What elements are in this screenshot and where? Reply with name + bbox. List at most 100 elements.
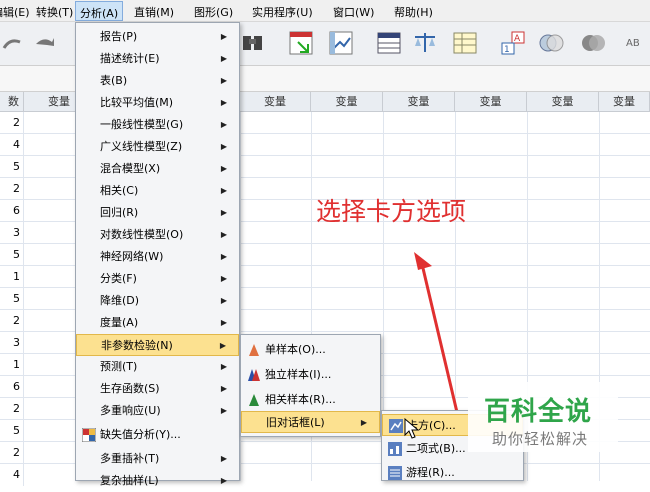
menu-item-label: 一般线性模型(G) [100, 118, 184, 131]
table-cell[interactable]: 5 [0, 156, 24, 178]
menu-item-label: 缺失值分析(Y)... [100, 428, 181, 441]
column-header[interactable]: 变量 [383, 92, 455, 112]
table-cell[interactable]: 6 [0, 376, 24, 398]
column-header-first[interactable]: 数 [0, 92, 24, 112]
menu-item-multiple-imputation[interactable]: 多重插补(T) ▶ [76, 448, 239, 470]
menu-item-label: 神经网络(W) [100, 250, 164, 263]
mouse-cursor-icon [404, 418, 420, 439]
runs-icon [388, 466, 402, 480]
find-icon[interactable] [240, 30, 266, 56]
show-all-variables-icon[interactable] [580, 30, 606, 56]
menu-window[interactable]: 窗口(W) [333, 4, 374, 20]
menu-item-complex-samples[interactable]: 复杂抽样(L) ▶ [76, 470, 239, 492]
svg-text:1: 1 [504, 45, 510, 55]
submenu-arrow-icon: ▶ [220, 120, 227, 129]
table-cell[interactable]: 3 [0, 222, 24, 244]
menu-transform[interactable]: 转换(T) [36, 4, 73, 20]
menu-item-label: 多重响应(U) [100, 404, 161, 417]
menu-item-label: 旧对话框(L) [266, 416, 325, 429]
menu-item-label: 相关样本(R)... [265, 393, 336, 406]
menu-item-label: 报告(P) [100, 30, 138, 43]
menu-item-label: 分类(F) [100, 272, 137, 285]
table-cell[interactable]: 3 [0, 332, 24, 354]
menu-item-descriptive[interactable]: 描述统计(E) ▶ [76, 48, 239, 70]
select-cases-icon[interactable] [452, 30, 478, 56]
table-cell[interactable]: 2 [0, 112, 24, 134]
related-samples-icon [249, 394, 259, 406]
menu-help[interactable]: 帮助(H) [394, 4, 433, 20]
menu-item-nonparametric[interactable]: 非参数检验(N) ▶ [76, 334, 239, 356]
insert-variable-icon[interactable] [328, 30, 354, 56]
value-labels-icon[interactable]: A1 [500, 30, 526, 56]
menu-item-generalized-linear[interactable]: 广义线性模型(Z) ▶ [76, 136, 239, 158]
menu-item-legacy-dialogs[interactable]: 旧对话框(L) ▶ [241, 411, 380, 433]
table-cell[interactable]: 2 [0, 398, 24, 420]
menu-direct-marketing[interactable]: 直销(M) [134, 4, 174, 20]
table-cell[interactable]: 5 [0, 288, 24, 310]
menu-item-reports[interactable]: 报告(P) ▶ [76, 26, 239, 48]
table-cell[interactable]: 2 [0, 178, 24, 200]
submenu-arrow-icon: ▶ [220, 208, 227, 217]
menu-analyze[interactable]: 分析(A) [75, 1, 124, 21]
table-cell[interactable]: 5 [0, 244, 24, 266]
table-cell[interactable]: 6 [0, 200, 24, 222]
menu-item-tables[interactable]: 表(B) ▶ [76, 70, 239, 92]
table-cell[interactable]: 5 [0, 420, 24, 442]
column-header[interactable]: 变量 [455, 92, 527, 112]
table-cell[interactable]: 1 [0, 354, 24, 376]
menu-item-label: 二项式(B)... [406, 442, 466, 455]
menu-item-label: 降维(D) [100, 294, 140, 307]
svg-text:AB: AB [626, 38, 640, 49]
menu-item-compare-means[interactable]: 比较平均值(M) ▶ [76, 92, 239, 114]
submenu-arrow-icon: ▶ [220, 98, 227, 107]
column-header[interactable]: 变量 [599, 92, 650, 112]
submenu-arrow-icon: ▶ [219, 341, 226, 350]
menu-item-forecasting[interactable]: 预测(T) ▶ [76, 356, 239, 378]
menu-item-regression[interactable]: 回归(R) ▶ [76, 202, 239, 224]
menu-item-multiple-response[interactable]: 多重响应(U) ▶ [76, 400, 239, 422]
menu-item-label: 单样本(O)... [265, 343, 326, 356]
menu-item-label: 度量(A) [100, 316, 139, 329]
submenu-arrow-icon: ▶ [220, 32, 227, 41]
redo-icon[interactable] [32, 30, 58, 56]
split-file-icon[interactable] [376, 30, 402, 56]
menu-item-related-samples[interactable]: 相关样本(R)... [241, 389, 380, 411]
use-variable-sets-icon[interactable] [538, 30, 564, 56]
table-cell[interactable]: 1 [0, 266, 24, 288]
column-header[interactable]: 变量 [527, 92, 599, 112]
menu-bar: 编辑(E) 转换(T) 分析(A) 直销(M) 图形(G) 实用程序(U) 窗口… [0, 0, 650, 22]
table-cell[interactable]: 2 [0, 310, 24, 332]
column-header[interactable]: 变量 [240, 92, 311, 112]
menu-item-scale[interactable]: 度量(A) ▶ [76, 312, 239, 334]
table-cell[interactable]: 4 [0, 134, 24, 156]
menu-item-dimension-reduction[interactable]: 降维(D) ▶ [76, 290, 239, 312]
undo-icon[interactable] [0, 30, 26, 56]
menu-item-correlate[interactable]: 相关(C) ▶ [76, 180, 239, 202]
submenu-arrow-icon: ▶ [220, 54, 227, 63]
menu-item-label: 非参数检验(N) [101, 339, 173, 352]
submenu-arrow-icon: ▶ [220, 406, 227, 415]
insert-cases-icon[interactable] [288, 30, 314, 56]
menu-item-mixed-models[interactable]: 混合模型(X) ▶ [76, 158, 239, 180]
table-cell[interactable]: 2 [0, 442, 24, 464]
submenu-arrow-icon: ▶ [360, 418, 367, 427]
menu-item-neural-networks[interactable]: 神经网络(W) ▶ [76, 246, 239, 268]
submenu-arrow-icon: ▶ [220, 252, 227, 261]
menu-edit[interactable]: 编辑(E) [0, 4, 30, 20]
menu-item-missing-value[interactable]: 缺失值分析(Y)... [76, 424, 239, 446]
column-header[interactable]: 变量 [311, 92, 383, 112]
menu-graphs[interactable]: 图形(G) [194, 4, 233, 20]
weight-cases-icon[interactable] [412, 30, 438, 56]
menu-item-label: 表(B) [100, 74, 128, 87]
table-cell[interactable]: 4 [0, 464, 24, 486]
menu-item-label: 描述统计(E) [100, 52, 160, 65]
menu-item-classify[interactable]: 分类(F) ▶ [76, 268, 239, 290]
menu-item-survival[interactable]: 生存函数(S) ▶ [76, 378, 239, 400]
menu-utilities[interactable]: 实用程序(U) [252, 4, 313, 20]
menu-item-glm[interactable]: 一般线性模型(G) ▶ [76, 114, 239, 136]
spell-check-icon[interactable]: AB [624, 30, 650, 56]
menu-item-one-sample[interactable]: 单样本(O)... [241, 339, 380, 361]
menu-item-loglinear[interactable]: 对数线性模型(O) ▶ [76, 224, 239, 246]
menu-item-independent-samples[interactable]: 独立样本(I)... [241, 364, 380, 386]
submenu-arrow-icon: ▶ [220, 476, 227, 485]
